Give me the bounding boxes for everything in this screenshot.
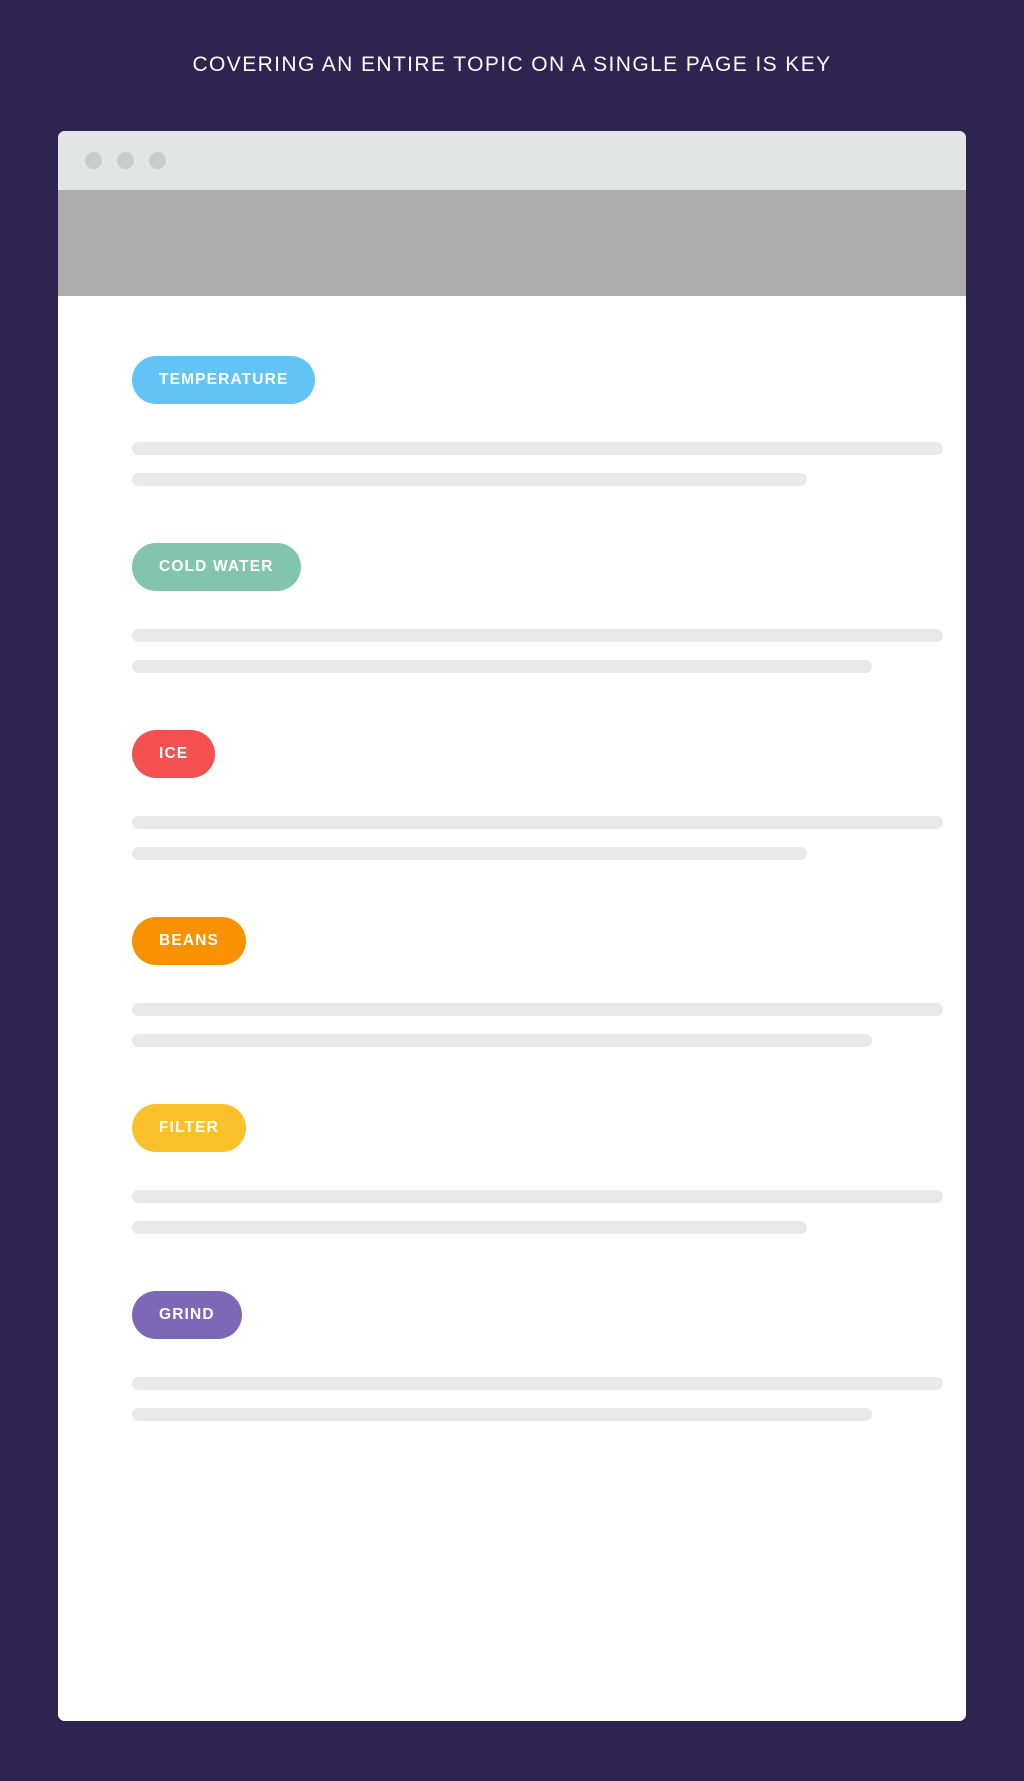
- placeholder-text-block: [132, 1377, 966, 1421]
- topic-pill-filter[interactable]: FILTER: [132, 1104, 246, 1152]
- placeholder-text-line: [132, 1190, 943, 1203]
- page-content: TEMPERATURE COLD WATER ICE BEANS FILTER …: [58, 296, 966, 1721]
- placeholder-text-block: [132, 816, 966, 860]
- window-close-dot-icon[interactable]: [85, 152, 102, 169]
- content-section-cold-water: COLD WATER: [58, 543, 966, 673]
- placeholder-text-line: [132, 1034, 872, 1047]
- content-section-ice: ICE: [58, 730, 966, 860]
- hero-image-placeholder: [58, 190, 966, 296]
- topic-pill-temperature[interactable]: TEMPERATURE: [132, 356, 316, 404]
- placeholder-text-line: [132, 1003, 943, 1016]
- topic-pill-grind[interactable]: GRIND: [132, 1291, 242, 1339]
- placeholder-text-block: [132, 442, 966, 486]
- placeholder-text-line: [132, 816, 943, 829]
- content-section-temperature: TEMPERATURE: [58, 356, 966, 486]
- content-section-beans: BEANS: [58, 917, 966, 1047]
- topic-pill-beans[interactable]: BEANS: [132, 917, 247, 965]
- topic-pill-cold-water[interactable]: COLD WATER: [132, 543, 301, 591]
- window-minimize-dot-icon[interactable]: [117, 152, 134, 169]
- content-section-grind: GRIND: [58, 1291, 966, 1421]
- placeholder-text-line: [132, 1408, 872, 1421]
- window-maximize-dot-icon[interactable]: [149, 152, 166, 169]
- browser-window-mockup: TEMPERATURE COLD WATER ICE BEANS FILTER …: [58, 131, 966, 1721]
- placeholder-text-line: [132, 442, 943, 455]
- placeholder-text-line: [132, 1221, 807, 1234]
- placeholder-text-line: [132, 629, 943, 642]
- page-title: COVERING AN ENTIRE TOPIC ON A SINGLE PAG…: [192, 53, 832, 76]
- topic-pill-ice[interactable]: ICE: [132, 730, 216, 778]
- placeholder-text-block: [132, 1003, 966, 1047]
- browser-titlebar: [58, 131, 966, 190]
- placeholder-text-line: [132, 1377, 943, 1390]
- content-section-filter: FILTER: [58, 1104, 966, 1234]
- placeholder-text-line: [132, 847, 807, 860]
- placeholder-text-block: [132, 1190, 966, 1234]
- placeholder-text-block: [132, 629, 966, 673]
- placeholder-text-line: [132, 473, 807, 486]
- placeholder-text-line: [132, 660, 872, 673]
